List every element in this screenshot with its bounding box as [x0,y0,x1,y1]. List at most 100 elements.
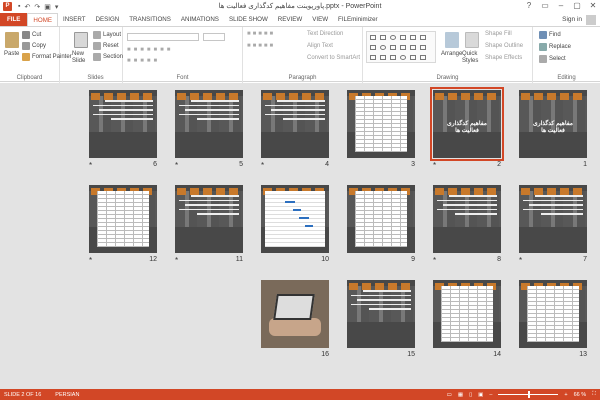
tab-transitions[interactable]: TRANSITIONS [124,13,176,26]
view-sorter-icon[interactable]: ▦ [458,392,463,398]
close-button[interactable]: ✕ [588,1,598,10]
redo-icon[interactable]: ↷ [34,3,40,11]
slide-thumbnail[interactable]: مفاهیم کدگذاری فعالیت ها [519,90,587,158]
shape-fill-button[interactable]: Shape Fill [485,31,512,37]
slide-number: 7 [583,256,587,263]
new-slide-icon[interactable] [74,32,88,48]
shape-outline-button[interactable]: Shape Outline [485,43,523,49]
copy-button[interactable]: Copy [22,42,46,50]
zoom-slider[interactable] [498,391,559,398]
slides-group: New Slide Layout Reset Section Slides [69,27,123,83]
laptop-image [273,294,315,320]
text-direction-button[interactable]: Text Direction [307,31,343,37]
slide-gantt [265,191,325,247]
slide-thumbnail[interactable] [175,185,243,253]
save-icon[interactable]: ▪ [18,3,20,11]
slide-text-lines [179,100,239,140]
section-icon [93,53,101,61]
help-button[interactable]: ? [524,1,534,10]
slide-number: 15 [407,351,415,358]
customize-qat-icon[interactable]: ▾ [55,3,59,11]
align-text-button[interactable]: Align Text [307,43,333,49]
undo-icon[interactable]: ↶ [24,3,30,11]
replace-button[interactable]: Replace [539,43,571,51]
slide-thumbnail[interactable] [347,185,415,253]
minimize-button[interactable]: – [556,1,566,10]
drawing-group: Arrange Quick Styles Shape Fill Shape Ou… [363,27,533,83]
slide-thumbnail[interactable] [89,90,157,158]
slide-text-lines [179,195,239,235]
view-slideshow-icon[interactable]: ▣ [478,392,483,398]
ribbon-tabs: FILE HOME INSERT DESIGN TRANSITIONS ANIM… [0,13,600,26]
zoom-thumb[interactable] [528,391,531,398]
format-painter-button[interactable]: Format Painter [22,53,72,61]
editing-group: Find Replace Select Editing [533,27,600,83]
tab-review[interactable]: REVIEW [273,13,307,26]
zoom-in-icon[interactable]: + [564,392,567,398]
align-icons: ■■■■■ [247,43,276,49]
view-normal-icon[interactable]: ▭ [447,392,452,398]
view-reading-icon[interactable]: ▯ [469,392,472,398]
slide-thumbnail[interactable] [261,280,329,348]
slide-thumbnail[interactable] [433,185,501,253]
shape-effects-button[interactable]: Shape Effects [485,55,522,61]
sign-in-link[interactable]: Sign in [562,16,582,23]
helmets-image [435,188,499,195]
quick-styles-icon[interactable] [465,32,479,48]
slide-table [355,191,407,247]
slide-number: 8 [497,256,501,263]
list-buttons[interactable]: ■■■■■ [247,31,275,37]
layout-button[interactable]: Layout [93,31,121,39]
slide-thumbnail[interactable] [347,280,415,348]
select-button[interactable]: Select [539,55,566,63]
font-family-select[interactable] [127,33,199,41]
quick-styles-button[interactable]: Quick Styles [462,51,484,65]
slide-thumbnail[interactable] [347,90,415,158]
drawing-label: Drawing [436,75,459,81]
new-slide-button[interactable]: New Slide [72,51,92,65]
slide-thumbnail[interactable] [261,185,329,253]
tab-slide-show[interactable]: SLIDE SHOW [224,13,273,26]
tab-design[interactable]: DESIGN [91,13,125,26]
maximize-button[interactable]: ▢ [572,1,582,10]
copy-label: Copy [32,43,47,49]
slide-thumbnail[interactable] [89,185,157,253]
present-icon[interactable]: ▣ [44,3,51,11]
paste-button[interactable]: Paste [4,51,19,57]
helmets-image [521,93,585,100]
align-buttons[interactable]: ■■■■■ [247,43,275,49]
tab-view[interactable]: VIEW [307,13,333,26]
section-button[interactable]: Section [93,53,123,61]
tab-animations[interactable]: ANIMATIONS [176,13,224,26]
font-color-buttons[interactable]: ■■■■■ [127,58,160,64]
slide-thumbnail[interactable] [175,90,243,158]
language-indicator[interactable]: PERSIAN [55,392,79,398]
shapes-gallery[interactable] [366,31,436,63]
font-size-select[interactable] [203,33,225,41]
section-label: Section [103,54,124,60]
reset-button[interactable]: Reset [93,42,119,50]
tab-insert[interactable]: INSERT [58,13,91,26]
cut-button[interactable]: Cut [22,31,41,39]
ribbon-display-button[interactable]: ▭ [540,1,550,10]
avatar[interactable] [586,15,596,25]
slide-thumbnail[interactable] [261,90,329,158]
zoom-level[interactable]: 66 % [574,392,587,398]
find-button[interactable]: Find [539,31,561,39]
slide-thumbnail[interactable] [519,280,587,348]
convert-smartart-button[interactable]: Convert to SmartArt [307,55,360,61]
slide-thumbnail[interactable] [433,280,501,348]
slide-number: 11 [235,256,243,263]
zoom-out-icon[interactable]: – [489,392,492,398]
slide-thumbnail[interactable] [519,185,587,253]
arrange-icon[interactable] [445,32,459,48]
arrange-button[interactable]: Arrange [441,51,462,57]
tab-home[interactable]: HOME [27,13,58,26]
font-format-buttons[interactable]: ■■■■■■■ [127,47,173,53]
fit-slide-icon[interactable]: ⛶ [592,391,596,398]
slide-thumbnail[interactable]: مفاهیم کدگذاری فعالیت ها [430,87,504,161]
paste-icon[interactable] [5,32,19,48]
animation-star-icon: * [89,256,93,265]
tab-fileminimizer[interactable]: FILEminimizer [333,13,383,26]
tab-file[interactable]: FILE [0,13,28,26]
